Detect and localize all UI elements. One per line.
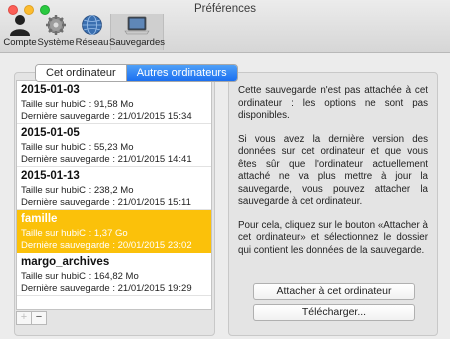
attach-button[interactable]: Attacher à cet ordinateur <box>253 283 415 300</box>
backup-name: margo_archives <box>21 256 110 268</box>
toolbar: Compte Système Réseau Sauvegardes <box>2 14 165 50</box>
backup-last-date: Dernière sauvegarde : 21/01/2015 15:34 <box>21 111 192 122</box>
backup-last-date: Dernière sauvegarde : 21/01/2015 14:41 <box>21 154 192 165</box>
preferences-window: Préférences Compte Système Réseau Sauveg… <box>0 0 450 339</box>
backup-size: Taille sur hubiC : 1,37 Go <box>21 228 128 239</box>
list-item[interactable]: 2015-01-03 Taille sur hubiC : 91,58 Mo D… <box>17 81 211 124</box>
add-button[interactable]: + <box>16 311 32 325</box>
title-bar: Préférences Compte Système Réseau Sauveg… <box>0 0 450 53</box>
detail-message: Cette sauvegarde n'est pas attachée à ce… <box>238 85 428 268</box>
gear-icon <box>46 15 66 35</box>
toolbar-item-label: Réseau <box>75 37 109 48</box>
backup-size: Taille sur hubiC : 91,58 Mo <box>21 99 134 110</box>
backup-last-date: Dernière sauvegarde : 21/01/2015 15:11 <box>21 197 191 208</box>
toolbar-item-label: Sauvegardes <box>109 37 165 48</box>
list-item[interactable]: 2015-01-13 Taille sur hubiC : 238,2 Mo D… <box>17 167 211 210</box>
remove-button[interactable]: − <box>32 311 47 325</box>
list-item[interactable]: 2015-01-05 Taille sur hubiC : 55,23 Mo D… <box>17 124 211 167</box>
toolbar-item-label: Compte <box>3 37 37 48</box>
detail-paragraph: Cette sauvegarde n'est pas attachée à ce… <box>238 85 428 121</box>
download-button[interactable]: Télécharger... <box>253 304 415 321</box>
toolbar-item-reseau[interactable]: Réseau <box>74 14 110 50</box>
backup-name: famille <box>21 213 58 225</box>
detail-paragraph: Si vous avez la dernière version des don… <box>238 133 428 208</box>
tab-autres-ordinateurs[interactable]: Autres ordinateurs <box>125 65 237 81</box>
toolbar-item-label: Système <box>37 37 75 48</box>
backup-size: Taille sur hubiC : 238,2 Mo <box>21 185 134 196</box>
backup-name: 2015-01-03 <box>21 84 80 96</box>
backup-size: Taille sur hubiC : 164,82 Mo <box>21 271 139 282</box>
backup-last-date: Dernière sauvegarde : 21/01/2015 19:29 <box>21 283 192 294</box>
list-item[interactable]: margo_archives Taille sur hubiC : 164,82… <box>17 253 211 296</box>
tab-cet-ordinateur[interactable]: Cet ordinateur <box>36 65 126 81</box>
backup-last-date: Dernière sauvegarde : 20/01/2015 23:02 <box>21 240 192 251</box>
list-controls: + − <box>16 311 47 325</box>
tab-bar: Cet ordinateur Autres ordinateurs <box>35 64 238 82</box>
toolbar-item-systeme[interactable]: Système <box>38 14 74 50</box>
laptop-icon <box>124 16 150 35</box>
backup-size: Taille sur hubiC : 55,23 Mo <box>21 142 134 153</box>
list-item-selected[interactable]: famille Taille sur hubiC : 1,37 Go Derni… <box>17 210 211 253</box>
backup-list[interactable]: 2015-01-03 Taille sur hubiC : 91,58 Mo D… <box>16 80 212 310</box>
person-icon <box>10 15 30 36</box>
toolbar-item-compte[interactable]: Compte <box>2 14 38 50</box>
globe-icon <box>82 15 102 35</box>
backup-detail-panel: Cette sauvegarde n'est pas attachée à ce… <box>228 72 438 336</box>
detail-paragraph: Pour cela, cliquez sur le bouton «Attach… <box>238 219 428 256</box>
backup-name: 2015-01-05 <box>21 127 80 139</box>
toolbar-item-sauvegardes[interactable]: Sauvegardes <box>109 14 165 50</box>
backup-name: 2015-01-13 <box>21 170 80 182</box>
